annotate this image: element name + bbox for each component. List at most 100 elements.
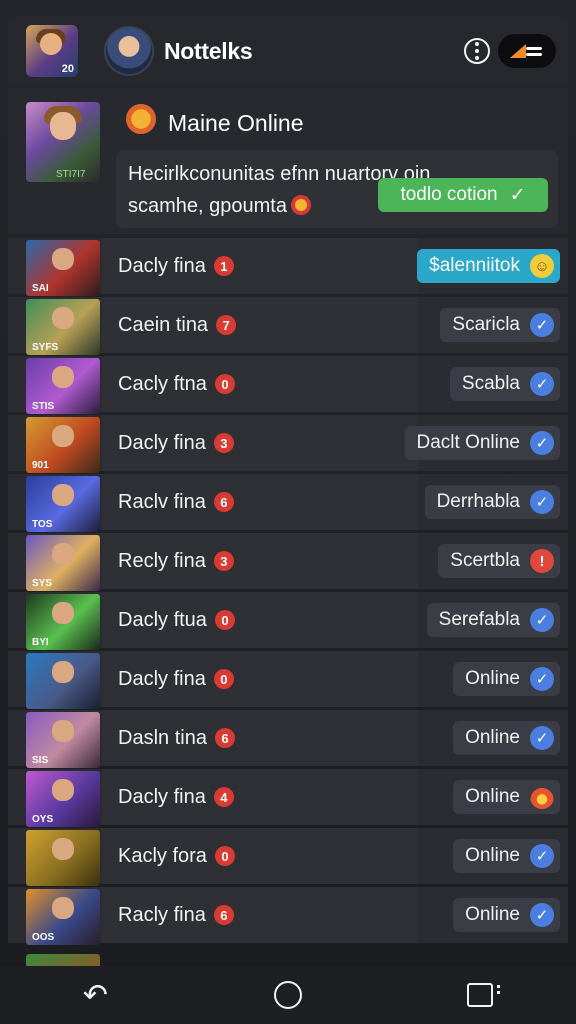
status-button[interactable]: Serefabla ✓	[426, 603, 560, 637]
status-label: Online	[465, 668, 520, 689]
row-thumbnail[interactable]: 901	[26, 417, 100, 473]
profile-avatar[interactable]: 20	[26, 25, 78, 77]
unread-badge: 6	[213, 905, 234, 925]
row-name-block: Dacly fina 3	[102, 415, 418, 471]
status-button[interactable]: Derrhabla ✓	[424, 485, 560, 519]
row-name-block: Dacly fina 4	[102, 769, 418, 825]
list-item[interactable]: TOS Raclv fina 6 Derrhabla ✓	[8, 474, 568, 532]
check-icon: ✓	[530, 372, 554, 396]
emoji-icon: ☺	[530, 254, 554, 278]
app-title: Nottelks	[164, 37, 253, 64]
more-circle-icon[interactable]	[464, 38, 490, 64]
status-label: Scertbla	[450, 550, 520, 571]
emoji-icon	[126, 104, 156, 134]
row-name: Dacly fina	[118, 431, 206, 454]
row-level: 901	[32, 460, 49, 471]
status-button[interactable]: Scabla ✓	[449, 367, 560, 401]
list-item[interactable]: Dacly fina 0 Online ✓	[8, 651, 568, 709]
row-name: Racly fina	[118, 903, 206, 926]
top-bar: 20 Nottelks	[8, 16, 568, 86]
row-thumbnail[interactable]: SAI	[26, 240, 100, 296]
avatar-face	[40, 33, 62, 55]
list-item[interactable]: Kacly fora 0 Online ✓	[8, 828, 568, 886]
todo-action-button[interactable]: todlo cotion ✓	[378, 178, 548, 212]
list-item[interactable]: SYS Recly fina 3 Scertbla !	[8, 533, 568, 591]
row-name-block: Dacly fina 1	[102, 238, 418, 294]
unread-badge: 1	[213, 256, 234, 276]
status-button[interactable]: Online ✓	[453, 662, 560, 696]
unread-badge: 7	[216, 315, 237, 335]
row-level: SYS	[32, 578, 53, 589]
row-thumbnail[interactable]: SIS	[26, 712, 100, 768]
status-button[interactable]: Daclt Online ✓	[404, 426, 560, 460]
unread-badge: 3	[213, 433, 234, 453]
status-button[interactable]: Online ✓	[453, 721, 560, 755]
row-name: Dacly fina	[118, 254, 206, 277]
row-name-block: Racly fina 6	[102, 887, 418, 943]
alert-icon: !	[530, 549, 554, 573]
status-label: Scabla	[461, 373, 520, 394]
list-item[interactable]: OYS Dacly fina 4 Online	[8, 769, 568, 827]
check-icon: ✓	[530, 667, 554, 691]
check-icon: ✓	[530, 608, 554, 632]
status-label: Serefabla	[438, 609, 520, 630]
unread-badge: 0	[213, 669, 234, 689]
status-button[interactable]: $alenniitok ☺	[417, 249, 560, 283]
row-level: BYI	[32, 637, 49, 648]
sticker-icon	[290, 195, 311, 215]
check-icon: ✓	[530, 726, 554, 750]
row-name: Raclv fina	[118, 490, 206, 513]
home-icon[interactable]	[273, 981, 302, 1009]
row-name-block: Dacly fina 0	[102, 651, 418, 707]
row-thumbnail[interactable]: SYFS	[26, 299, 100, 355]
app-screen: 20 Nottelks STI7I7 Maine Online Hecirlkc…	[0, 0, 576, 1024]
status-label: Derrhabla	[436, 491, 520, 512]
unread-badge: 0	[214, 846, 235, 866]
check-icon: ✓	[530, 903, 554, 927]
row-thumbnail[interactable]	[26, 830, 100, 886]
chat-list: SAI Dacly fina 1 $alenniitok ☺ SYFS Caei…	[8, 238, 568, 946]
row-level: OYS	[32, 814, 54, 825]
row-level: TOS	[32, 519, 53, 530]
status-button[interactable]: Scertbla !	[438, 544, 560, 578]
row-name-block: Dasln tina 6	[102, 710, 418, 766]
row-thumbnail[interactable]: TOS	[26, 476, 100, 532]
fire-icon	[530, 785, 554, 809]
row-thumbnail[interactable]: OOS	[26, 889, 100, 945]
status-label: Scaricla	[452, 314, 520, 335]
status-button[interactable]: Scaricla ✓	[440, 308, 560, 342]
row-thumbnail[interactable]: STIS	[26, 358, 100, 414]
row-thumbnail[interactable]: OYS	[26, 771, 100, 827]
list-item[interactable]: SIS Dasln tina 6 Online ✓	[8, 710, 568, 768]
list-item[interactable]: STIS Cacly ftna 0 Scabla ✓	[8, 356, 568, 414]
list-item[interactable]: SYFS Caein tina 7 Scaricla ✓	[8, 297, 568, 355]
avatar-level: 20	[61, 63, 74, 75]
row-name-block: Recly fina 3	[102, 533, 418, 589]
featured-card[interactable]: STI7I7 Maine Online Hecirlkconunitas efn…	[8, 88, 568, 234]
recent-apps-icon[interactable]	[467, 983, 501, 1007]
row-thumbnail[interactable]: BYI	[26, 594, 100, 650]
channel-avatar[interactable]	[104, 26, 154, 76]
status-label: Daclt Online	[416, 432, 521, 453]
list-item[interactable]: BYI Dacly ftua 0 Serefabla ✓	[8, 592, 568, 650]
row-name-block: Raclv fina 6	[102, 474, 418, 530]
list-item[interactable]: 901 Dacly fina 3 Daclt Online ✓	[8, 415, 568, 473]
featured-thumbnail[interactable]: STI7I7	[26, 102, 100, 182]
status-button[interactable]: Online	[453, 780, 560, 814]
back-icon[interactable]: ↶	[83, 978, 108, 1013]
menu-icon[interactable]	[498, 34, 556, 68]
unread-badge: 0	[214, 374, 235, 394]
check-icon: ✓	[530, 490, 554, 514]
row-level: SAI	[32, 283, 49, 294]
row-name-block: Caein tina 7	[102, 297, 418, 353]
row-name: Dacly fina	[118, 667, 206, 690]
list-item[interactable]: OOS Racly fina 6 Online ✓	[8, 887, 568, 945]
list-item[interactable]: SAI Dacly fina 1 $alenniitok ☺	[8, 238, 568, 296]
row-level: SIS	[32, 755, 49, 766]
row-name: Kacly fora	[118, 844, 207, 867]
status-button[interactable]: Online ✓	[453, 839, 560, 873]
status-button[interactable]: Online ✓	[453, 898, 560, 932]
row-name: Cacly ftna	[118, 372, 207, 395]
row-thumbnail[interactable]: SYS	[26, 535, 100, 591]
row-thumbnail[interactable]	[26, 653, 100, 709]
